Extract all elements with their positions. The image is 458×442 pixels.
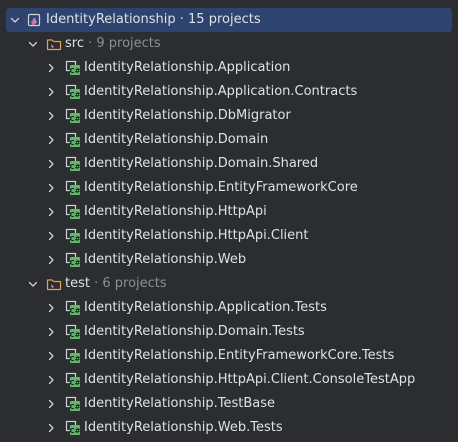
tree-project-item[interactable]: C# IdentityRelationship.Application.Cont… xyxy=(0,80,458,104)
tree-project-item[interactable]: C# IdentityRelationship.HttpApi xyxy=(0,200,458,224)
chevron-right-icon[interactable] xyxy=(45,182,57,194)
csharp-project-icon: C# xyxy=(65,300,81,316)
chevron-right-icon[interactable] xyxy=(45,110,57,122)
svg-text:C#: C# xyxy=(69,259,80,267)
project-name: IdentityRelationship.TestBase xyxy=(84,396,276,411)
tree-folder-src[interactable]: src · 9 projects xyxy=(0,32,458,56)
tree-project-item[interactable]: C# IdentityRelationship.TestBase xyxy=(0,392,458,416)
csharp-project-icon: C# xyxy=(65,324,81,340)
project-name: IdentityRelationship.Domain.Shared xyxy=(84,156,319,171)
svg-text:C#: C# xyxy=(69,403,80,411)
project-name: IdentityRelationship.EntityFrameworkCore… xyxy=(84,348,395,363)
project-name: IdentityRelationship.Domain xyxy=(84,132,269,147)
csharp-project-icon: C# xyxy=(65,204,81,220)
tree-project-item[interactable]: C# IdentityRelationship.HttpApi.Client.C… xyxy=(0,368,458,392)
svg-text:C#: C# xyxy=(69,235,80,243)
chevron-down-icon[interactable] xyxy=(27,38,39,50)
svg-text:C#: C# xyxy=(69,91,80,99)
chevron-right-icon[interactable] xyxy=(45,230,57,242)
csharp-project-icon: C# xyxy=(65,84,81,100)
svg-text:C#: C# xyxy=(69,427,80,435)
csharp-project-icon: C# xyxy=(65,60,81,76)
svg-text:C#: C# xyxy=(69,211,80,219)
project-name: IdentityRelationship.HttpApi.Client xyxy=(84,228,309,243)
chevron-right-icon[interactable] xyxy=(45,302,57,314)
svg-text:C#: C# xyxy=(69,379,80,387)
tree-project-item[interactable]: C# IdentityRelationship.Web.Tests xyxy=(0,416,458,440)
svg-text:C#: C# xyxy=(69,187,80,195)
svg-text:C#: C# xyxy=(69,331,80,339)
tree-project-item[interactable]: C# IdentityRelationship.Web xyxy=(0,248,458,272)
chevron-right-icon[interactable] xyxy=(45,350,57,362)
chevron-right-icon[interactable] xyxy=(45,254,57,266)
chevron-down-icon[interactable] xyxy=(9,14,21,26)
tree-project-item[interactable]: C# IdentityRelationship.DbMigrator xyxy=(0,104,458,128)
project-name: IdentityRelationship.HttpApi.Client.Cons… xyxy=(84,372,416,387)
chevron-right-icon[interactable] xyxy=(45,326,57,338)
svg-text:C#: C# xyxy=(69,67,80,75)
csharp-project-icon: C# xyxy=(65,348,81,364)
folder-project-count: · 9 projects xyxy=(83,36,161,51)
svg-text:C#: C# xyxy=(69,139,80,147)
chevron-right-icon[interactable] xyxy=(45,62,57,74)
folder-name: src xyxy=(65,36,84,51)
tree-project-item[interactable]: C# IdentityRelationship.Domain xyxy=(0,128,458,152)
tree-root-solution[interactable]: IdentityRelationship · 15 projects xyxy=(6,8,452,32)
tree-project-item[interactable]: C# IdentityRelationship.Application.Test… xyxy=(0,296,458,320)
chevron-right-icon[interactable] xyxy=(45,134,57,146)
project-name: IdentityRelationship.Application xyxy=(84,60,291,75)
root-project-count: · 15 projects xyxy=(175,12,261,27)
csharp-project-icon: C# xyxy=(65,132,81,148)
csharp-project-icon: C# xyxy=(65,228,81,244)
solution-explorer-tree: IdentityRelationship · 15 projects src ·… xyxy=(0,8,458,440)
folder-name: test xyxy=(65,276,90,291)
root-name: IdentityRelationship xyxy=(46,12,176,27)
csharp-project-icon: C# xyxy=(65,396,81,412)
project-name: IdentityRelationship.DbMigrator xyxy=(84,108,291,123)
folder-icon xyxy=(46,36,62,52)
svg-text:C#: C# xyxy=(69,163,80,171)
solution-icon xyxy=(26,12,42,28)
tree-project-item[interactable]: C# IdentityRelationship.Domain.Shared xyxy=(0,152,458,176)
svg-text:C#: C# xyxy=(69,355,80,363)
svg-text:C#: C# xyxy=(69,115,80,123)
chevron-right-icon[interactable] xyxy=(45,422,57,434)
project-name: IdentityRelationship.Web xyxy=(84,252,247,267)
csharp-project-icon: C# xyxy=(65,372,81,388)
csharp-project-icon: C# xyxy=(65,156,81,172)
csharp-project-icon: C# xyxy=(65,180,81,196)
chevron-right-icon[interactable] xyxy=(45,398,57,410)
tree-project-item[interactable]: C# IdentityRelationship.Application xyxy=(0,56,458,80)
folder-icon xyxy=(46,276,62,292)
chevron-right-icon[interactable] xyxy=(45,206,57,218)
csharp-project-icon: C# xyxy=(65,420,81,436)
project-name: IdentityRelationship.Application.Contrac… xyxy=(84,84,358,99)
tree-folder-test[interactable]: test · 6 projects xyxy=(0,272,458,296)
project-name: IdentityRelationship.HttpApi xyxy=(84,204,267,219)
project-name: IdentityRelationship.Domain.Tests xyxy=(84,324,305,339)
tree-project-item[interactable]: C# IdentityRelationship.HttpApi.Client xyxy=(0,224,458,248)
tree-project-item[interactable]: C# IdentityRelationship.Domain.Tests xyxy=(0,320,458,344)
chevron-right-icon[interactable] xyxy=(45,86,57,98)
svg-text:C#: C# xyxy=(69,307,80,315)
tree-project-item[interactable]: C# IdentityRelationship.EntityFrameworkC… xyxy=(0,344,458,368)
project-name: IdentityRelationship.Application.Tests xyxy=(84,300,327,315)
tree-project-item[interactable]: C# IdentityRelationship.EntityFrameworkC… xyxy=(0,176,458,200)
chevron-right-icon[interactable] xyxy=(45,158,57,170)
project-name: IdentityRelationship.EntityFrameworkCore xyxy=(84,180,358,195)
chevron-down-icon[interactable] xyxy=(27,278,39,290)
csharp-project-icon: C# xyxy=(65,108,81,124)
chevron-right-icon[interactable] xyxy=(45,374,57,386)
folder-project-count: · 6 projects xyxy=(89,276,167,291)
project-name: IdentityRelationship.Web.Tests xyxy=(84,420,283,435)
csharp-project-icon: C# xyxy=(65,252,81,268)
